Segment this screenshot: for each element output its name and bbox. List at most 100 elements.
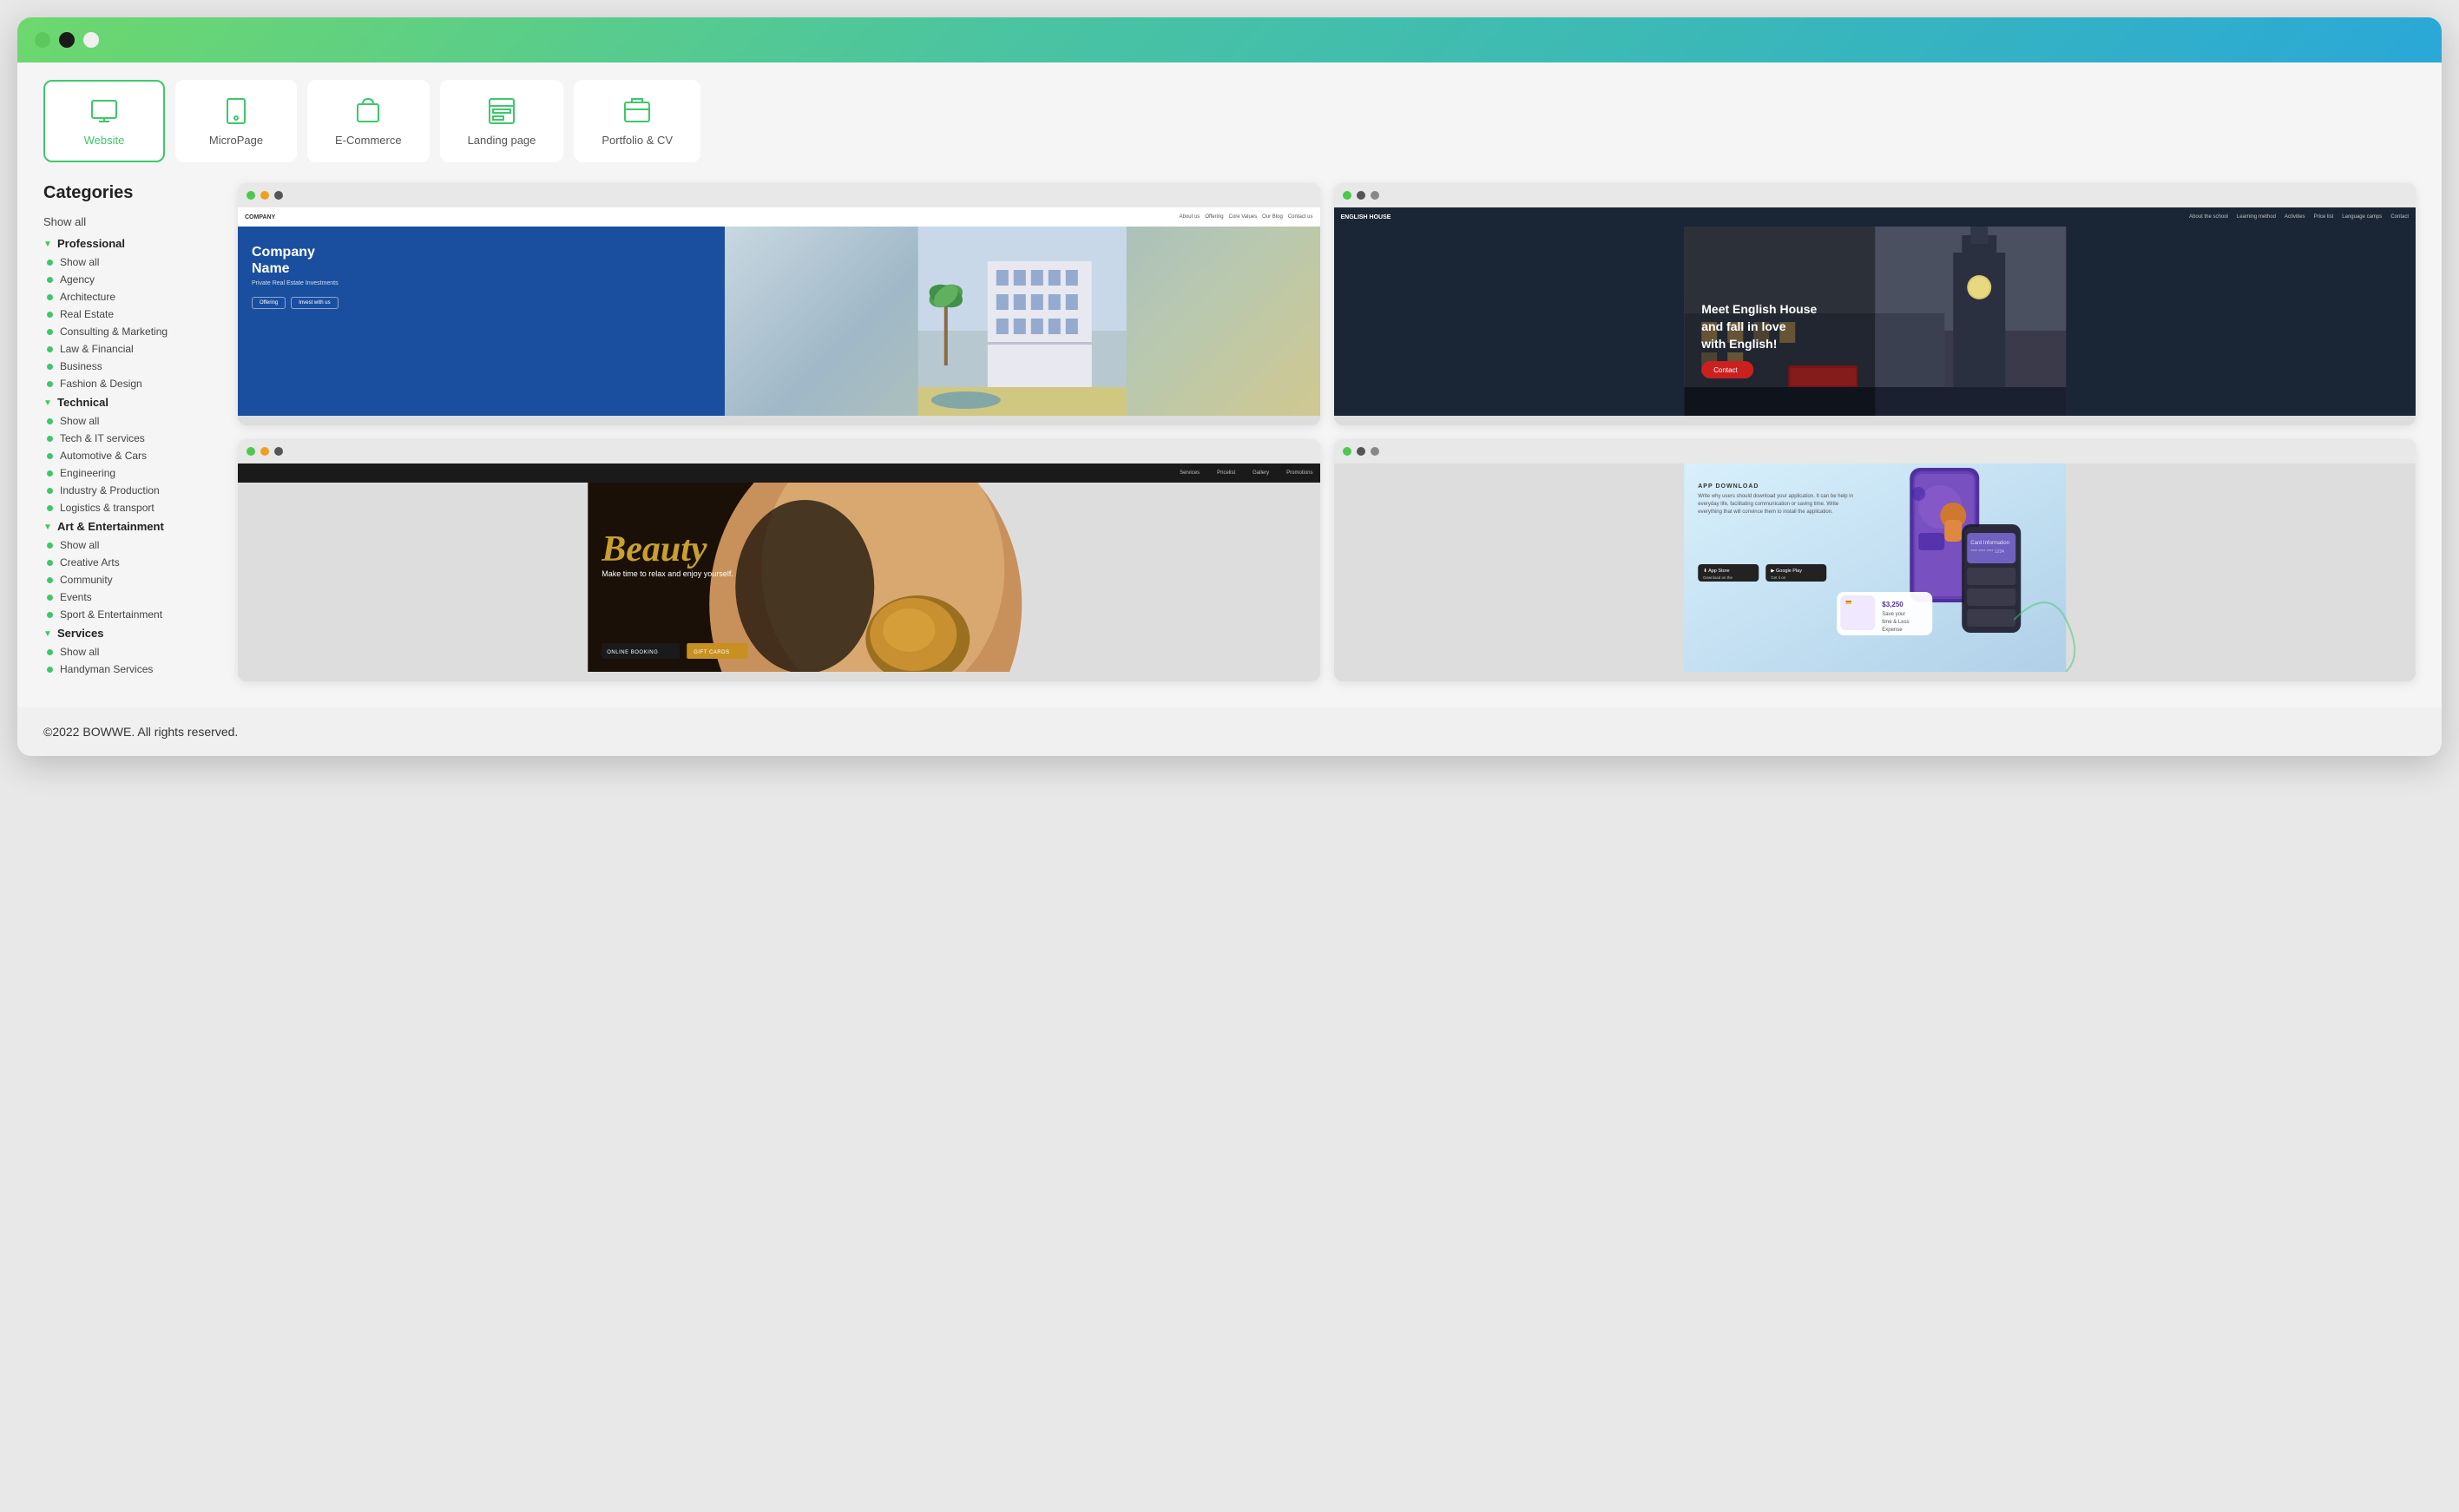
svg-text:Expense: Expense	[1882, 628, 1903, 633]
svg-text:and fall in love: and fall in love	[1701, 319, 1785, 333]
template-english-house[interactable]: ENGLISH HOUSE About the school Learning …	[1334, 183, 2416, 425]
svg-text:time & Less: time & Less	[1882, 620, 1909, 625]
tab-website[interactable]: Website	[43, 80, 165, 162]
list-item[interactable]: Industry & Production	[47, 482, 217, 499]
list-item[interactable]: Real Estate	[47, 306, 217, 323]
dot-dark	[1357, 191, 1365, 200]
company-image	[725, 227, 1320, 416]
card-toolbar-beauty	[238, 439, 1320, 463]
template-beauty[interactable]: Services Pricelist Gallery Promotions	[238, 439, 1320, 681]
chevron-down-icon: ▼	[43, 629, 52, 638]
dot-grey	[1371, 191, 1379, 200]
svg-text:💳: 💳	[1845, 600, 1852, 606]
tab-portfolio[interactable]: Portfolio & CV	[574, 80, 700, 162]
list-item[interactable]: Handyman Services	[47, 661, 217, 678]
category-art-header[interactable]: ▼ Art & Entertainment	[43, 520, 217, 533]
dot-green	[247, 447, 255, 456]
card-content-company: COMPANY About us Offering Core Values Ou…	[238, 207, 1320, 416]
svg-text:▶ Google Play: ▶ Google Play	[1771, 569, 1802, 574]
content-area: Website MicroPage E-Commerce	[17, 62, 2442, 707]
footer-text: ©2022 BOWWE. All rights reserved.	[43, 725, 238, 739]
card-toolbar-app	[1334, 439, 2416, 463]
english-logo: ENGLISH HOUSE	[1341, 214, 1391, 220]
list-item[interactable]: Automotive & Cars	[47, 447, 217, 464]
services-items: Show all Handyman Services	[43, 643, 217, 678]
company-headline: CompanyName	[252, 244, 711, 277]
tab-micropage[interactable]: MicroPage	[175, 80, 297, 162]
dot-dark	[274, 447, 283, 456]
category-services: ▼ Services Show all Handyman Services	[43, 627, 217, 678]
dot-green	[1343, 447, 1351, 456]
company-logo: COMPANY	[245, 214, 275, 220]
traffic-light-white[interactable]	[83, 32, 99, 48]
template-app[interactable]: APP DOWNLOAD Write why users should down…	[1334, 439, 2416, 681]
tab-ecommerce[interactable]: E-Commerce	[307, 80, 430, 162]
footer: ©2022 BOWWE. All rights reserved.	[17, 707, 2442, 756]
company-subtitle: Private Real Estate Investments	[252, 280, 711, 286]
svg-text:Beauty: Beauty	[601, 529, 707, 569]
beauty-nav: Services Pricelist Gallery Promotions	[238, 463, 1320, 483]
svg-text:Card Information: Card Information	[1970, 541, 2009, 546]
chevron-down-icon: ▼	[43, 523, 52, 531]
list-item[interactable]: Architecture	[47, 288, 217, 306]
card-toolbar-english	[1334, 183, 2416, 207]
templates-grid: COMPANY About us Offering Core Values Ou…	[238, 183, 2416, 681]
dot-dark	[274, 191, 283, 200]
company-buttons: Offering Invest with us	[252, 297, 711, 309]
list-item[interactable]: Engineering	[47, 464, 217, 482]
english-nav: ENGLISH HOUSE About the school Learning …	[1334, 207, 2416, 227]
dot-dark	[1357, 447, 1365, 456]
svg-text:ONLINE BOOKING: ONLINE BOOKING	[607, 650, 658, 655]
dot-grey	[1371, 447, 1379, 456]
list-item[interactable]: Logistics & transport	[47, 499, 217, 516]
svg-text:Get it on: Get it on	[1771, 575, 1786, 580]
english-hero: Meet English House and fall in love with…	[1334, 227, 2416, 416]
chevron-down-icon: ▼	[43, 398, 52, 407]
company-hero: CompanyName Private Real Estate Investme…	[238, 227, 1320, 416]
list-item[interactable]: Events	[47, 588, 217, 606]
titlebar	[17, 17, 2442, 62]
app-window: Website MicroPage E-Commerce	[17, 17, 2442, 756]
list-item[interactable]: Agency	[47, 271, 217, 288]
show-all-top[interactable]: Show all	[43, 215, 217, 228]
traffic-light-green[interactable]	[35, 32, 50, 48]
technical-items: Show all Tech & IT services Automotive &…	[43, 412, 217, 516]
dot-orange	[260, 191, 269, 200]
offering-button[interactable]: Offering	[252, 297, 286, 309]
company-text-area: CompanyName Private Real Estate Investme…	[238, 227, 725, 416]
list-item[interactable]: Show all	[47, 643, 217, 661]
list-item[interactable]: Community	[47, 571, 217, 588]
dot-green	[247, 191, 255, 200]
list-item[interactable]: Tech & IT services	[47, 430, 217, 447]
category-services-header[interactable]: ▼ Services	[43, 627, 217, 640]
building-illustration	[725, 227, 1320, 416]
card-content-english: ENGLISH HOUSE About the school Learning …	[1334, 207, 2416, 416]
svg-text:⬇ App Store: ⬇ App Store	[1703, 568, 1729, 574]
list-item[interactable]: Show all	[47, 412, 217, 430]
traffic-light-black[interactable]	[59, 32, 75, 48]
main-layout: Categories Show all ▼ Professional Show …	[43, 183, 2416, 681]
list-item[interactable]: Law & Financial	[47, 340, 217, 358]
beauty-hero: Beauty Make time to relax and enjoy your…	[238, 483, 1320, 672]
list-item[interactable]: Show all	[47, 253, 217, 271]
tab-landing[interactable]: Landing page	[440, 80, 564, 162]
list-item[interactable]: Show all	[47, 536, 217, 554]
svg-text:Make time to relax and enjoy y: Make time to relax and enjoy yourself.	[602, 569, 733, 578]
list-item[interactable]: Fashion & Design	[47, 375, 217, 392]
category-professional: ▼ Professional Show all Agency Architect…	[43, 237, 217, 392]
svg-text:$3,250: $3,250	[1882, 601, 1903, 608]
svg-text:APP DOWNLOAD: APP DOWNLOAD	[1698, 483, 1759, 490]
list-item[interactable]: Business	[47, 358, 217, 375]
svg-text:Save your: Save your	[1882, 612, 1905, 617]
list-item[interactable]: Consulting & Marketing	[47, 323, 217, 340]
tab-bar: Website MicroPage E-Commerce	[43, 80, 2416, 162]
invest-button[interactable]: Invest with us	[291, 297, 338, 309]
chevron-down-icon: ▼	[43, 240, 52, 248]
svg-text:Download on the: Download on the	[1703, 575, 1732, 580]
category-technical-header[interactable]: ▼ Technical	[43, 396, 217, 409]
category-professional-header[interactable]: ▼ Professional	[43, 237, 217, 250]
list-item[interactable]: Creative Arts	[47, 554, 217, 571]
template-company[interactable]: COMPANY About us Offering Core Values Ou…	[238, 183, 1320, 425]
list-item[interactable]: Sport & Entertainment	[47, 606, 217, 623]
company-nav: COMPANY About us Offering Core Values Ou…	[238, 207, 1320, 227]
